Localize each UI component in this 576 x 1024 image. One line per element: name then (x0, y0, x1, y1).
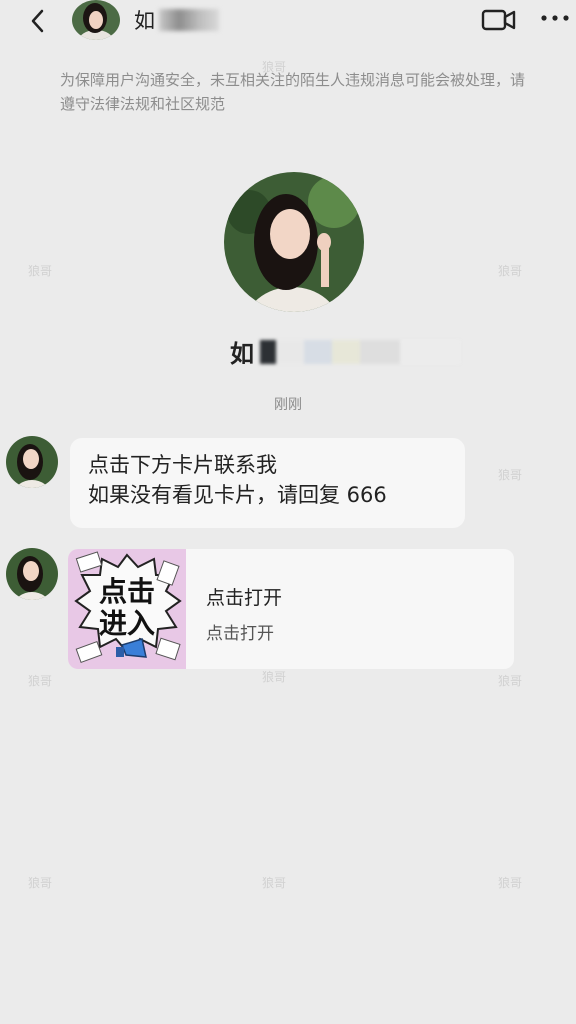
sender-avatar[interactable] (6, 548, 58, 600)
watermark: 狼哥 (498, 264, 523, 278)
header-contact-name: 如 (134, 5, 219, 35)
watermark: 狼哥 (262, 876, 287, 890)
watermark: 狼哥 (498, 674, 523, 688)
watermark: 狼哥 (262, 670, 287, 684)
safety-notice: 为保障用户沟通安全，未互相关注的陌生人违规消息可能会被处理，请遵守法律法规和社区… (60, 71, 526, 113)
header-name-redacted (159, 9, 219, 31)
watermark: 狼哥 (28, 876, 53, 890)
card-title: 点击打开 (206, 587, 283, 609)
header-name-text: 如 (134, 9, 155, 33)
card-thumbnail: 点击 进入 (68, 549, 186, 669)
profile-name-redacted (260, 339, 460, 364)
watermark: 狼哥 (28, 264, 53, 278)
link-card[interactable]: 点击 进入 点击打开 点击打开 (68, 549, 514, 669)
message-line-2: 如果没有看见卡片，请回复 666 (88, 483, 387, 507)
message-line-1: 点击下方卡片联系我 (88, 453, 277, 477)
watermark: 狼哥 (498, 876, 523, 890)
back-arrow-icon[interactable] (24, 6, 54, 36)
profile-name-text: 如 (230, 340, 254, 368)
message-bubble[interactable]: 点击下方卡片联系我 如果没有看见卡片，请回复 666 (70, 438, 465, 528)
watermark: 狼哥 (28, 674, 53, 688)
header-avatar[interactable] (72, 0, 120, 40)
card-subtitle: 点击打开 (206, 624, 274, 644)
profile-avatar[interactable] (224, 172, 364, 312)
timestamp: 刚刚 (274, 397, 302, 413)
thumb-text-1: 点击 (99, 575, 155, 608)
profile-name: 如 (230, 334, 460, 369)
more-dots-icon[interactable] (540, 12, 570, 24)
thumb-text-2: 进入 (99, 607, 155, 640)
watermark: 狼哥 (498, 468, 523, 482)
video-call-icon[interactable] (481, 6, 517, 34)
sender-avatar[interactable] (6, 436, 58, 488)
chat-header: 如 (0, 0, 576, 44)
